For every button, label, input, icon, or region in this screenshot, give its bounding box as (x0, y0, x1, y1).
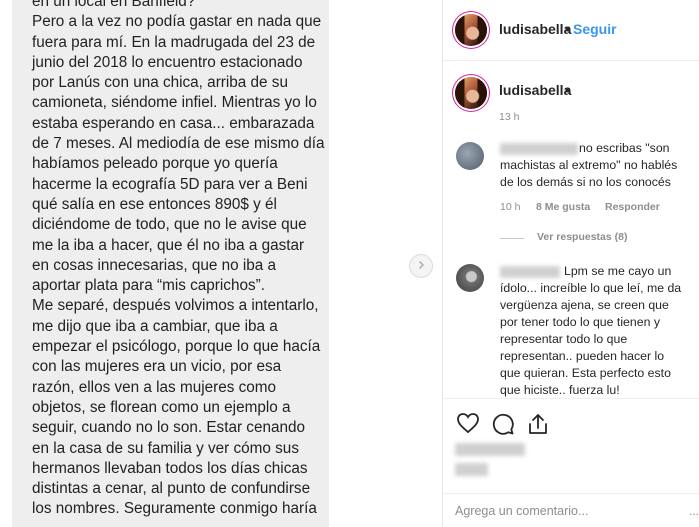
comment-box-divider (443, 493, 699, 494)
story-text: en un local en Banfield? Pero a la vez n… (32, 0, 325, 518)
chevron-right-icon (416, 257, 426, 275)
header-separator: • (565, 21, 570, 37)
comment-icon[interactable] (491, 412, 515, 441)
post-header: ludisabella • Seguir (443, 0, 699, 61)
blurred-likes (455, 443, 525, 456)
replies-line (500, 238, 524, 239)
comment-text: Lpm se me cayo un ídolo... increíble lo … (500, 264, 682, 397)
view-replies-button[interactable]: Ver respuestas (8) (537, 231, 627, 243)
follow-button[interactable]: Seguir (573, 21, 617, 37)
actions-divider (443, 398, 699, 399)
post-media: en un local en Banfield? Pero a la vez n… (0, 0, 442, 527)
blurred-date (455, 463, 488, 476)
story-screenshot: en un local en Banfield? Pero a la vez n… (12, 0, 329, 527)
caption-username[interactable]: ludisabella (499, 82, 571, 98)
comment-avatar[interactable] (456, 142, 484, 170)
caption-separator: • (565, 82, 570, 98)
more-options[interactable]: ... (689, 504, 699, 518)
heart-icon[interactable] (456, 412, 480, 439)
reply-button[interactable]: Responder (605, 201, 660, 213)
avatar[interactable] (455, 14, 487, 46)
next-slide-button[interactable] (409, 254, 433, 278)
comment-text: no escribas "son machistas al extremo" n… (500, 141, 678, 189)
comment-likes[interactable]: 8 Me gusta (536, 201, 590, 213)
comment-avatar[interactable] (456, 264, 484, 292)
post-sidebar: ludisabella • Seguir ludisabella • 13 h … (443, 0, 699, 527)
header-username[interactable]: ludisabella (499, 21, 571, 37)
comment-time[interactable]: 10 h (500, 201, 520, 213)
caption-time[interactable]: 13 h (499, 111, 519, 123)
comment-input[interactable]: Agrega un comentario... (455, 504, 588, 518)
caption-avatar[interactable] (455, 77, 487, 109)
share-icon[interactable] (527, 412, 549, 441)
